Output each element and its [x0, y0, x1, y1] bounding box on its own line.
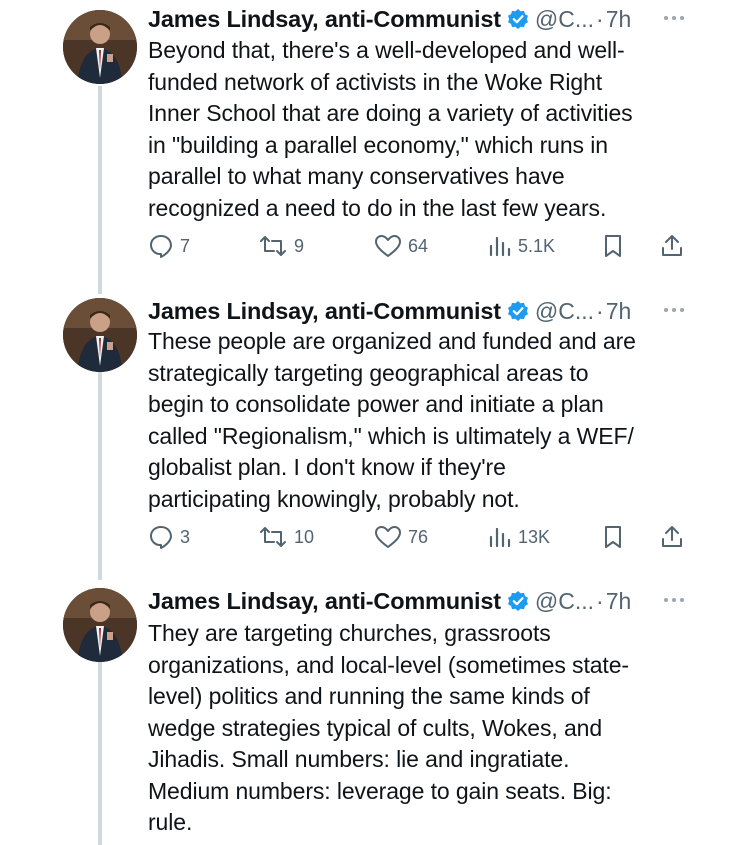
view-count: 5.1K [518, 235, 556, 256]
author-name[interactable]: James Lindsay, anti-Communist [148, 6, 501, 33]
bookmark-icon [605, 526, 621, 548]
like-button[interactable]: 76 [374, 520, 428, 554]
share-icon [662, 235, 682, 256]
more-icon[interactable] [664, 14, 686, 22]
action-bar: 3 10 76 13K [148, 520, 688, 554]
repost-button[interactable]: 9 [258, 229, 304, 263]
like-button[interactable]: 64 [374, 229, 428, 263]
repost-count: 10 [294, 526, 315, 547]
verified-badge-icon [507, 590, 529, 612]
author-handle[interactable]: @C... [535, 588, 594, 615]
like-count: 76 [408, 526, 429, 547]
author-handle[interactable]: @C... [535, 298, 594, 325]
avatar[interactable] [63, 298, 137, 372]
more-icon[interactable] [664, 596, 686, 604]
repost-icon [260, 236, 286, 256]
avatar[interactable] [63, 10, 137, 84]
separator-dot: · [596, 587, 604, 614]
views-icon [489, 236, 511, 257]
author-name[interactable]: James Lindsay, anti-Communist [148, 298, 501, 325]
share-button[interactable] [660, 229, 684, 263]
reply-icon [150, 526, 172, 549]
reply-button[interactable]: 7 [148, 229, 190, 263]
tweet[interactable]: James Lindsay, anti-Communist @C... · 7h… [0, 584, 750, 845]
verified-badge-icon [507, 300, 529, 322]
avatar-photo-icon [63, 588, 137, 662]
view-count: 13K [518, 526, 551, 547]
author-handle[interactable]: @C... [535, 6, 594, 33]
separator-dot: · [596, 5, 604, 32]
heart-icon [375, 526, 401, 548]
tweet-text: Beyond that, there's a well-developed an… [148, 37, 633, 221]
like-count: 64 [408, 235, 429, 256]
share-icon [662, 526, 682, 547]
timestamp[interactable]: 7h [606, 588, 632, 615]
repost-icon [260, 527, 286, 547]
bookmark-button[interactable] [602, 520, 624, 554]
repost-count: 9 [294, 235, 305, 256]
views-icon [489, 527, 511, 548]
tweet-header: James Lindsay, anti-Communist @C... · 7h [148, 584, 738, 618]
repost-button[interactable]: 10 [258, 520, 314, 554]
avatar-photo-icon [63, 298, 137, 372]
bookmark-icon [605, 235, 621, 257]
tweet-header: James Lindsay, anti-Communist @C... · 7h [148, 2, 738, 36]
tweet-header: James Lindsay, anti-Communist @C... · 7h [148, 294, 738, 328]
timestamp[interactable]: 7h [606, 298, 632, 325]
tweet-text: They are targeting churches, grassroots … [148, 620, 629, 835]
reply-count: 3 [180, 526, 191, 547]
avatar-photo-icon [63, 10, 137, 84]
heart-icon [375, 235, 401, 257]
author-name[interactable]: James Lindsay, anti-Communist [148, 588, 501, 615]
tweet[interactable]: James Lindsay, anti-Communist @C... · 7h… [0, 294, 750, 564]
views-button[interactable]: 5.1K [488, 229, 555, 263]
action-bar: 7 9 64 5.1K [148, 229, 688, 263]
reply-count: 7 [180, 235, 191, 256]
avatar[interactable] [63, 588, 137, 662]
reply-icon [150, 235, 172, 258]
bookmark-button[interactable] [602, 229, 624, 263]
verified-badge-icon [507, 8, 529, 30]
tweet-text: These people are organized and funded an… [148, 328, 636, 512]
share-button[interactable] [660, 520, 684, 554]
views-button[interactable]: 13K [488, 520, 550, 554]
timestamp[interactable]: 7h [606, 6, 632, 33]
more-icon[interactable] [664, 306, 686, 314]
reply-button[interactable]: 3 [148, 520, 190, 554]
separator-dot: · [596, 297, 604, 324]
tweet[interactable]: James Lindsay, anti-Communist @C... · 7h… [0, 0, 750, 270]
